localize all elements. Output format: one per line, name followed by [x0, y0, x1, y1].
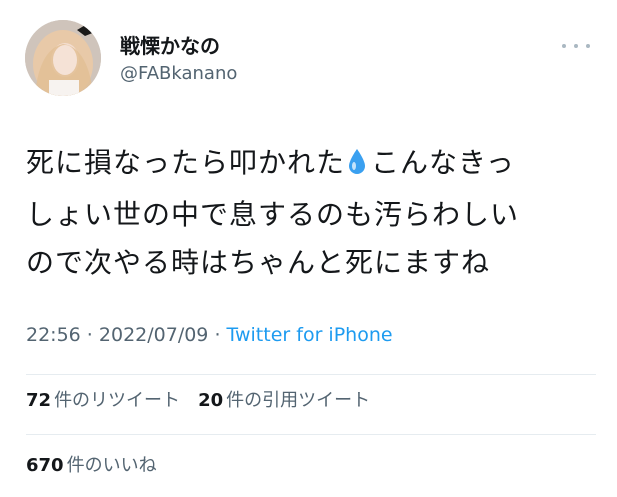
retweet-stats-row: 72 件のリツイート 20 件の引用ツイート: [26, 389, 370, 413]
display-name[interactable]: 戦慄かなの: [120, 34, 220, 58]
dot: [586, 44, 590, 48]
tweet-meta: 22:56 · 2022/07/09 · Twitter for iPhone: [26, 324, 393, 346]
likes-stats-row: 670 件のいいね: [26, 454, 157, 478]
avatar-image: [25, 20, 101, 96]
quote-tweets-stat[interactable]: 20 件の引用ツイート: [198, 390, 370, 411]
user-handle[interactable]: @FABkanano: [120, 63, 237, 85]
tweet-date[interactable]: 2022/07/09: [99, 324, 209, 346]
droplet-icon: [347, 143, 367, 191]
divider: [26, 434, 596, 435]
tweet-time[interactable]: 22:56: [26, 324, 81, 346]
tweet-text-line-2: しょい世の中で息するのも汚らわしい: [26, 198, 520, 231]
more-options-icon[interactable]: [562, 38, 590, 54]
tweet-card: 戦慄かなの @FABkanano 死に損なったら叩かれた こんなきっ しょい世の中…: [0, 0, 617, 497]
avatar[interactable]: [25, 20, 101, 96]
tweet-source-link[interactable]: Twitter for iPhone: [227, 324, 393, 346]
likes-stat[interactable]: 670 件のいいね: [26, 455, 157, 476]
divider: [26, 374, 596, 375]
tweet-text-line-3: ので次やる時はちゃんと死にますね: [26, 246, 491, 279]
dot: [562, 44, 566, 48]
tweet-text-line-1: 死に損なったら叩かれた こんなきっ: [26, 139, 596, 191]
tweet-text: 死に損なったら叩かれた こんなきっ しょい世の中で息するのも汚らわしい ので次やる…: [26, 139, 596, 287]
dot: [574, 44, 578, 48]
retweets-stat[interactable]: 72 件のリツイート: [26, 390, 180, 411]
